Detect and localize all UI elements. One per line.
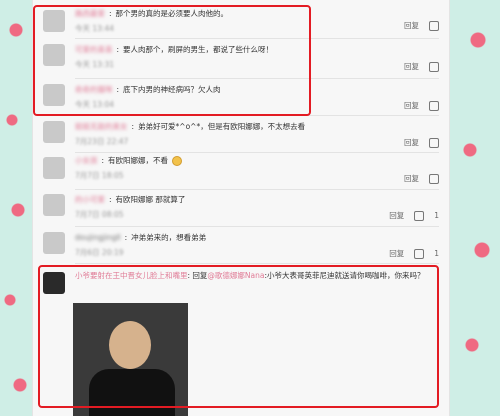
floral-background-left [0,0,32,416]
avatar[interactable] [43,232,65,254]
comment-text: 有欧阳娜娜，不看 [108,156,169,165]
comment-content: doujingjingll: 冲弟弟来的，想看弟弟 7月6日 20:19 [75,232,389,258]
divider [75,226,439,227]
comment-time: 今天 13:04 [75,100,114,109]
reply-button[interactable]: 回复 [389,248,404,259]
reply-button[interactable]: 回复 [404,137,419,148]
like-icon[interactable] [429,61,439,72]
like-count: 1 [434,211,439,220]
comment-time: 今天 13:31 [75,60,114,69]
comment-time: 今天 13:44 [75,24,114,33]
comment-text: 有欧阳娜娜 那就算了 [115,195,186,204]
like-count: 1 [434,249,439,258]
reply-prefix: 回复 [192,271,208,280]
comment-username[interactable]: 姐姐无敌的美女 [75,121,128,132]
colon: : [109,195,112,204]
comment-actions: 回复 [404,61,439,72]
reply-button[interactable]: 回复 [404,20,419,31]
floral-background-right [448,0,500,416]
comment-username[interactable]: 小女孩 [75,155,98,166]
divider [75,152,439,153]
divider [75,263,439,264]
comment-username[interactable]: 可爱的喜喜 [75,44,113,55]
comment-text: 要人肉那个，刷屏的男生，都说了些什么呀！ [123,45,274,54]
avatar[interactable] [43,44,65,66]
like-icon[interactable] [414,210,425,221]
like-icon[interactable] [429,137,439,148]
comment-username[interactable]: 小爷要射在王中晋女儿脸上和嘴里 [75,271,188,280]
divider [75,189,439,190]
comment-content: 小爷要射在王中晋女儿脸上和嘴里: 回复@歌德娜娜Nana:小爷大表哥英菲尼迪就送… [75,271,425,280]
comment-actions: 回复 [404,173,439,184]
colon: : [116,85,120,94]
mention-link[interactable]: @歌德娜娜Nana [207,271,264,280]
comments-panel: 路西最爱: 那个男的真的是必须要人肉他的。 今天 13:44 回复 可爱的喜喜:… [32,0,450,416]
cat-emoji-icon [172,155,183,166]
comment-content: 的小可爱: 有欧阳娜娜 那就算了 7月7日 08:05 [75,194,389,220]
colon: : [109,9,112,18]
comment-actions: 回复 [404,137,439,148]
comment-time: 7月7日 08:05 [75,210,124,219]
comment-content: 奇奇的猫咪: 底下内男的神经病吗？欠人肉 今天 13:04 [75,84,389,110]
comment-content: 可爱的喜喜: 要人肉那个，刷屏的男生，都说了些什么呀！ 今天 13:31 [75,44,389,70]
reply-button[interactable]: 回复 [404,100,419,111]
comment-text: 弟弟好可爱*^o^*，但是有欧阳娜娜，不太想去看 [138,122,306,131]
comment-username[interactable]: 奇奇的猫咪 [75,84,113,95]
avatar[interactable] [43,272,65,294]
comment-content: 姐姐无敌的美女: 弟弟好可爱*^o^*，但是有欧阳娜娜，不太想去看 7月23日 … [75,121,389,147]
like-icon[interactable] [429,20,439,31]
avatar[interactable] [43,157,65,179]
comment-text: 底下内男的神经病吗？欠人肉 [123,85,221,94]
reply-button[interactable]: 回复 [404,173,419,184]
comment-text: 那个男的真的是必须要人肉他的。 [115,9,229,18]
attached-photo[interactable] [73,303,188,416]
avatar[interactable] [43,10,65,32]
avatar[interactable] [43,121,65,143]
photo-face [109,321,151,369]
colon: : [116,45,120,54]
comment-actions: 回复 1 [389,248,439,259]
comment-actions: 回复 [404,100,439,111]
reply-button[interactable]: 回复 [404,61,419,72]
divider [75,38,439,39]
comment-time: 7月7日 18:05 [75,171,124,180]
colon: : [131,122,135,131]
divider [75,115,439,116]
like-icon[interactable] [429,100,439,111]
comment-content: 小女孩: 有欧阳娜娜，不看 7月7日 18:05 [75,155,389,181]
reply-button[interactable]: 回复 [389,210,404,221]
divider [75,78,439,79]
comment-time: 7月23日 22:47 [75,137,129,146]
avatar[interactable] [43,194,65,216]
photo-shirt [89,369,175,416]
comment-content: 路西最爱: 那个男的真的是必须要人肉他的。 今天 13:44 [75,8,389,34]
comment-username[interactable]: 路西最爱 [75,8,105,19]
like-icon[interactable] [414,248,425,259]
avatar[interactable] [43,84,65,106]
comment-text: 冲弟弟来的，想看弟弟 [131,233,207,242]
colon: : [124,233,128,242]
comment-actions: 回复 [404,20,439,31]
comment-time: 7月6日 20:19 [75,248,124,257]
colon: : [101,156,105,165]
comment-actions: 回复 1 [389,210,439,221]
comment-username[interactable]: doujingjingll [75,233,121,242]
like-icon[interactable] [429,173,439,184]
comment-text: :小爷大表哥英菲尼迪就送请你喝咖啡，你来吗？ [264,271,425,280]
comment-username[interactable]: 的小可爱 [75,194,105,205]
